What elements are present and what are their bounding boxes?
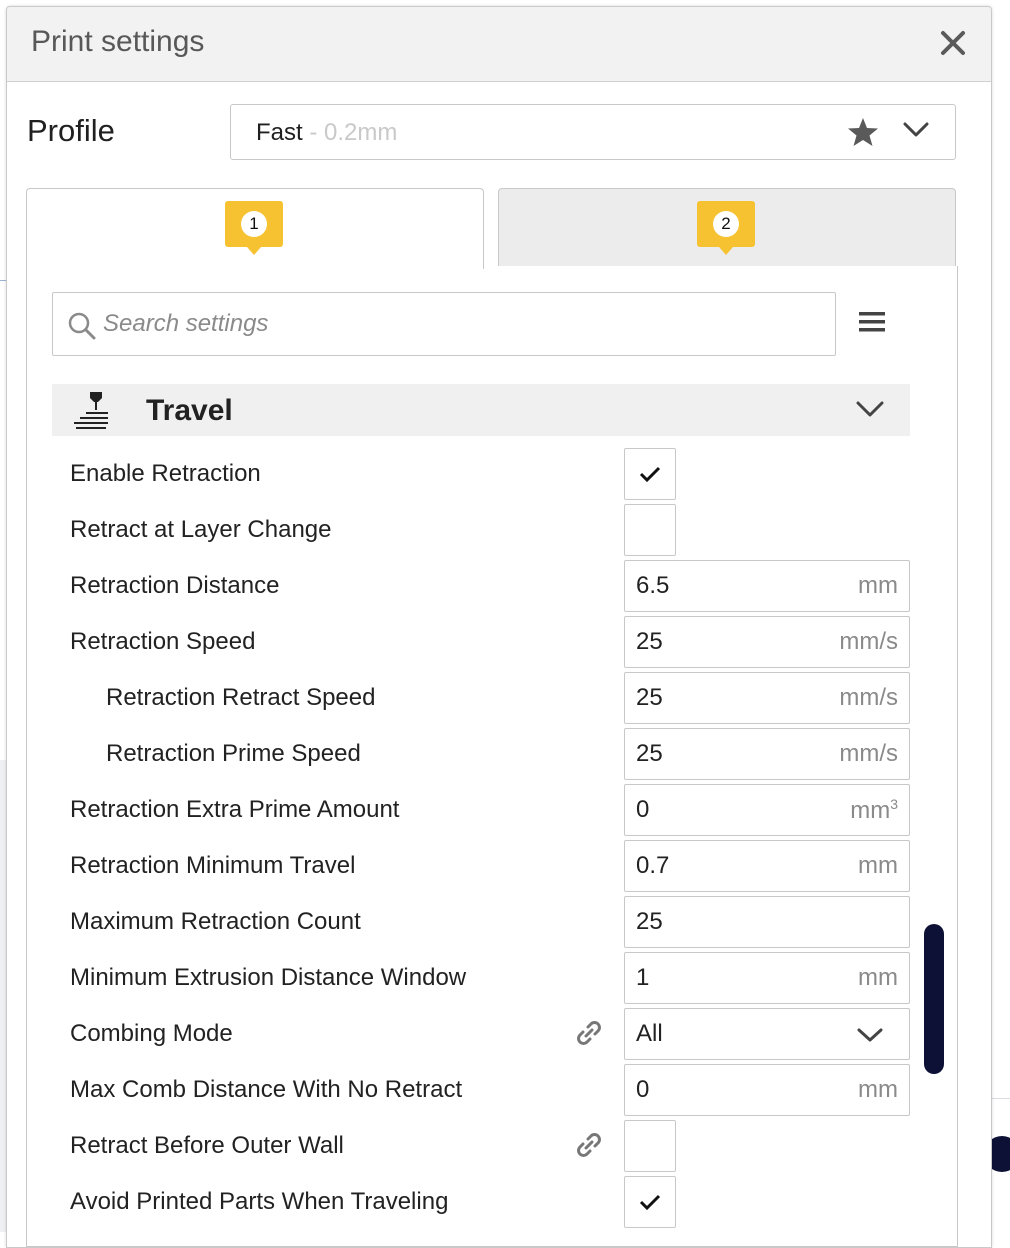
link-icon[interactable] (574, 1130, 604, 1160)
setting-row-min-extrusion-window: Minimum Extrusion Distance Window 1 mm (52, 952, 910, 1004)
field-unit: mm (858, 572, 898, 599)
setting-row-retraction-min-travel: Retraction Minimum Travel 0.7 mm (52, 840, 910, 892)
setting-label: Combing Mode (70, 1020, 233, 1047)
field-unit: mm3 (850, 796, 898, 825)
close-icon (941, 31, 965, 55)
chevron-down-icon (857, 1028, 883, 1042)
retract-before-outer-wall-checkbox[interactable] (624, 1120, 676, 1172)
extruder-number: 2 (713, 211, 739, 237)
field-unit: mm/s (839, 628, 898, 655)
unit-base: mm (850, 797, 891, 824)
max-comb-distance-field[interactable]: 0 mm (624, 1064, 910, 1116)
profile-layer-height: 0.2mm (324, 119, 398, 146)
profile-separator: - (302, 119, 325, 146)
field-unit: mm/s (839, 684, 898, 711)
setting-label: Retraction Minimum Travel (70, 852, 356, 879)
field-value: 25 (636, 684, 663, 711)
min-extrusion-window-field[interactable]: 1 mm (624, 952, 910, 1004)
setting-row-retraction-prime-speed: Retraction Prime Speed 25 mm/s (52, 728, 910, 780)
setting-row-retract-layer-change: Retract at Layer Change (52, 504, 910, 556)
setting-label: Retraction Speed (70, 628, 256, 655)
chevron-down-icon (903, 122, 929, 137)
field-value: 25 (636, 740, 663, 767)
field-unit: mm (858, 852, 898, 879)
field-value: 0.7 (636, 852, 670, 879)
setting-label: Retraction Retract Speed (106, 684, 376, 711)
chevron-down-icon (856, 401, 884, 417)
setting-label: Minimum Extrusion Distance Window (70, 964, 467, 991)
setting-label: Enable Retraction (70, 460, 261, 487)
unit-exponent: 3 (890, 796, 898, 812)
field-value: 25 (636, 908, 663, 935)
profile-label: Profile (27, 113, 115, 148)
profile-dropdown[interactable]: Fast - 0.2mm (230, 104, 956, 160)
star-icon[interactable] (847, 117, 879, 147)
settings-menu-icon[interactable] (858, 310, 886, 334)
max-retraction-count-field[interactable]: 25 (624, 896, 910, 948)
setting-row-enable-retraction: Enable Retraction (52, 448, 910, 500)
setting-row-max-retraction-count: Maximum Retraction Count 25 (52, 896, 910, 948)
checkmark-icon (639, 466, 661, 483)
setting-label: Retract Before Outer Wall (70, 1132, 344, 1159)
setting-label: Avoid Printed Parts When Traveling (70, 1188, 449, 1215)
profile-value: Fast - 0.2mm (256, 119, 397, 147)
field-unit: mm (858, 1076, 898, 1103)
setting-label: Retraction Prime Speed (106, 740, 361, 767)
travel-icon (74, 392, 108, 429)
close-button[interactable] (935, 25, 971, 61)
profile-name: Fast (256, 119, 303, 146)
field-value: 6.5 (636, 572, 670, 599)
retraction-distance-field[interactable]: 6.5 mm (624, 560, 910, 612)
setting-label: Retract at Layer Change (70, 516, 332, 543)
search-box[interactable] (52, 292, 836, 356)
retraction-min-travel-field[interactable]: 0.7 mm (624, 840, 910, 892)
setting-row-combing-mode: Combing Mode All (52, 1008, 910, 1060)
extruder-number: 1 (241, 211, 267, 237)
tab-extruder-1[interactable]: 1 (26, 188, 484, 269)
settings-scrollbar[interactable] (924, 924, 944, 1074)
search-input[interactable] (101, 307, 805, 341)
dropdown-value: All (636, 1020, 663, 1047)
setting-row-retraction-speed: Retraction Speed 25 mm/s (52, 616, 910, 668)
field-unit: mm (858, 964, 898, 991)
avoid-printed-parts-checkbox[interactable] (624, 1176, 676, 1228)
dialog-title: Print settings (31, 25, 205, 58)
search-icon (68, 312, 96, 340)
field-value: 25 (636, 628, 663, 655)
category-title: Travel (146, 394, 233, 427)
field-value: 0 (636, 796, 650, 823)
setting-label: Maximum Retraction Count (70, 908, 361, 935)
setting-label: Retraction Distance (70, 572, 280, 599)
setting-row-retraction-retract-speed: Retraction Retract Speed 25 mm/s (52, 672, 910, 724)
field-value: 0 (636, 1076, 650, 1103)
category-header-travel[interactable]: Travel (52, 384, 910, 436)
link-icon[interactable] (574, 1018, 604, 1048)
setting-row-retraction-extra-prime: Retraction Extra Prime Amount 0 mm3 (52, 784, 910, 836)
field-value: 1 (636, 964, 650, 991)
extruder-badge: 1 (225, 201, 283, 255)
setting-row-retraction-distance: Retraction Distance 6.5 mm (52, 560, 910, 612)
setting-label: Retraction Extra Prime Amount (70, 796, 400, 823)
retract-layer-change-checkbox[interactable] (624, 504, 676, 556)
checkmark-icon (639, 1194, 661, 1211)
setting-row-avoid-printed-parts: Avoid Printed Parts When Traveling (52, 1176, 910, 1228)
combing-mode-dropdown[interactable]: All (624, 1008, 910, 1060)
setting-label: Max Comb Distance With No Retract (70, 1076, 463, 1103)
retraction-extra-prime-field[interactable]: 0 mm3 (624, 784, 910, 836)
dialog-titlebar: Print settings (7, 7, 991, 82)
extruder-badge: 2 (697, 201, 755, 255)
retraction-retract-speed-field[interactable]: 25 mm/s (624, 672, 910, 724)
setting-row-retract-before-outer-wall: Retract Before Outer Wall (52, 1120, 910, 1172)
field-unit: mm/s (839, 740, 898, 767)
retraction-speed-field[interactable]: 25 mm/s (624, 616, 910, 668)
enable-retraction-checkbox[interactable] (624, 448, 676, 500)
retraction-prime-speed-field[interactable]: 25 mm/s (624, 728, 910, 780)
tab-extruder-2[interactable]: 2 (498, 188, 956, 268)
setting-row-max-comb-distance: Max Comb Distance With No Retract 0 mm (52, 1064, 910, 1116)
